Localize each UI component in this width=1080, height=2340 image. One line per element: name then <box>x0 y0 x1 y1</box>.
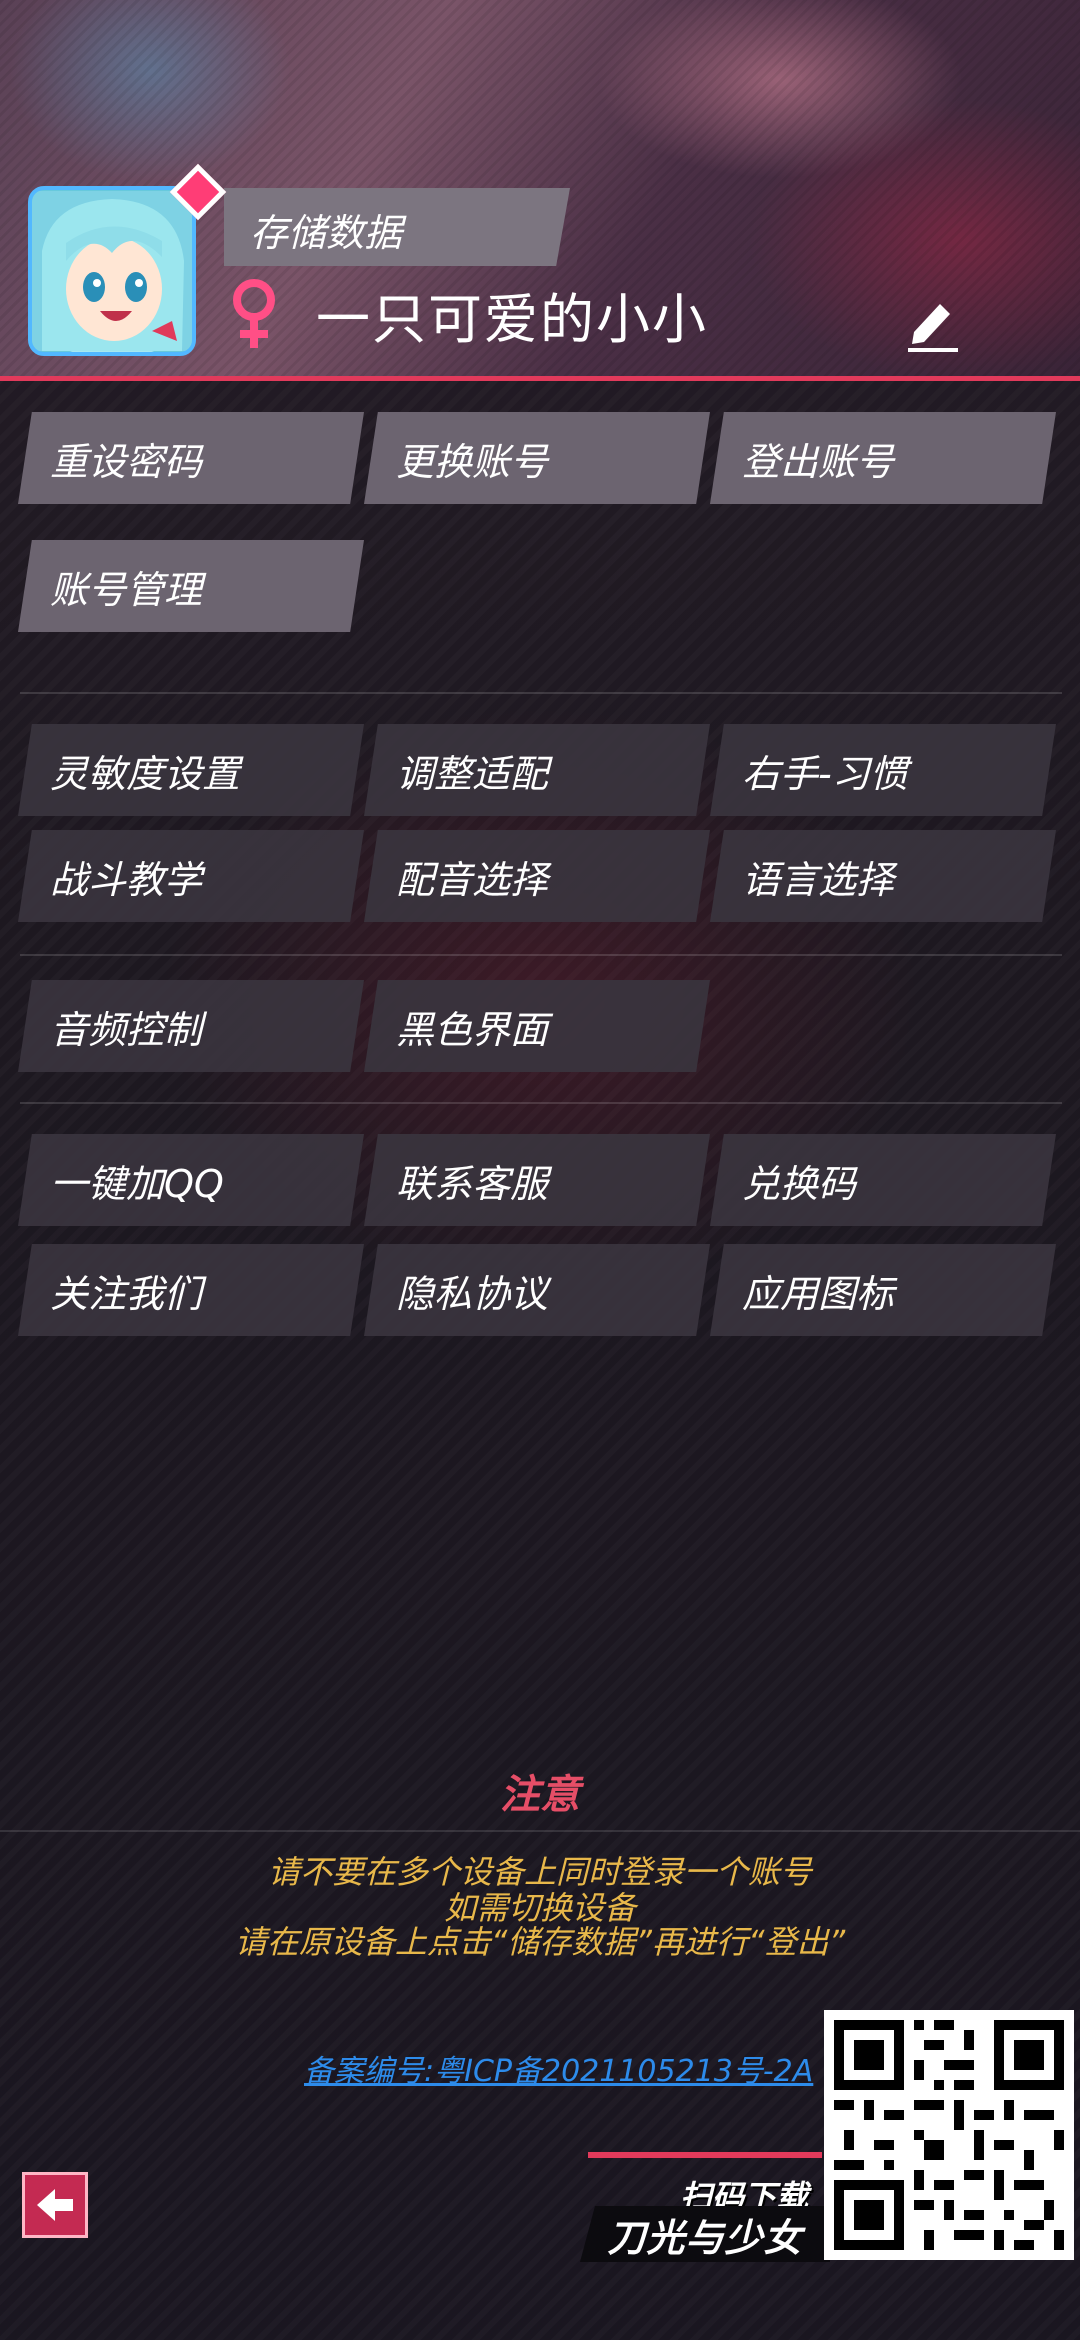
right-hand-habit-label: 右手-习惯 <box>742 751 908 796</box>
dark-ui-button[interactable]: 黑色界面 <box>364 980 710 1072</box>
username: 一只可爱的小小 <box>316 287 708 351</box>
reset-password-label: 重设密码 <box>50 439 203 484</box>
reset-password-button[interactable]: 重设密码 <box>18 412 364 504</box>
voice-select-label: 配音选择 <box>396 857 549 902</box>
switch-account-label: 更换账号 <box>396 439 549 484</box>
game-name: 刀光与少女 <box>607 2215 803 2260</box>
adjust-fit-label: 调整适配 <box>396 751 549 796</box>
language-select-button[interactable]: 语言选择 <box>710 830 1056 922</box>
section-divider <box>20 1102 1062 1104</box>
save-data-button[interactable]: 存储数据 <box>224 188 570 266</box>
voice-select-button[interactable]: 配音选择 <box>364 830 710 922</box>
sensitivity-settings-button[interactable]: 灵敏度设置 <box>18 724 364 816</box>
join-qq-label: 一键加QQ <box>50 1161 224 1206</box>
audio-control-button[interactable]: 音频控制 <box>18 980 364 1072</box>
notice-line: 请不要在多个设备上同时登录一个账号 <box>267 1853 812 1891</box>
logout-button[interactable]: 登出账号 <box>710 412 1056 504</box>
logout-label: 登出账号 <box>742 439 895 484</box>
language-select-label: 语言选择 <box>742 857 895 902</box>
edit-icon[interactable] <box>900 296 962 354</box>
username-row: 一只可爱的小小 <box>226 278 708 351</box>
avatar-image <box>32 191 192 351</box>
contact-support-label: 联系客服 <box>396 1161 549 1206</box>
section-divider <box>20 954 1062 956</box>
avatar[interactable] <box>28 186 196 356</box>
save-data-label: 存储数据 <box>250 211 403 255</box>
qr-code-image <box>824 2010 1074 2260</box>
app-icon-button[interactable]: 应用图标 <box>710 1244 1056 1336</box>
right-hand-habit-button[interactable]: 右手-习惯 <box>710 724 1056 816</box>
audio-control-label: 音频控制 <box>50 1007 203 1052</box>
privacy-policy-button[interactable]: 隐私协议 <box>364 1244 710 1336</box>
combat-tutorial-label: 战斗教学 <box>50 857 203 902</box>
join-qq-button[interactable]: 一键加QQ <box>18 1134 364 1226</box>
sensitivity-settings-label: 灵敏度设置 <box>50 751 241 796</box>
privacy-policy-label: 隐私协议 <box>396 1271 549 1316</box>
follow-us-label: 关注我们 <box>50 1271 203 1316</box>
contact-support-button[interactable]: 联系客服 <box>364 1134 710 1226</box>
notice-divider <box>0 1830 1080 1832</box>
back-arrow-icon <box>37 2189 73 2221</box>
redeem-code-button[interactable]: 兑换码 <box>710 1134 1056 1226</box>
redeem-code-label: 兑换码 <box>742 1161 857 1206</box>
back-button[interactable] <box>22 2172 88 2238</box>
game-logo: 刀光与少女 <box>580 2206 830 2262</box>
section-divider <box>20 692 1062 694</box>
notice-title: 注意 <box>500 1772 580 1818</box>
follow-us-button[interactable]: 关注我们 <box>18 1244 364 1336</box>
female-icon <box>233 279 275 348</box>
download-accent-line <box>588 2152 822 2158</box>
switch-account-button[interactable]: 更换账号 <box>364 412 710 504</box>
app-icon-label: 应用图标 <box>742 1271 895 1316</box>
header-divider <box>0 376 1080 381</box>
combat-tutorial-button[interactable]: 战斗教学 <box>18 830 364 922</box>
adjust-fit-button[interactable]: 调整适配 <box>364 724 710 816</box>
icp-license-link[interactable]: 备案编号:粤ICP备2021105213号-2A <box>304 2046 813 2090</box>
notice-line: 请在原设备上点击“储存数据”再进行“登出” <box>234 1923 846 1961</box>
account-manage-button[interactable]: 账号管理 <box>18 540 364 632</box>
account-manage-label: 账号管理 <box>50 567 203 612</box>
qr-code <box>824 2010 1074 2260</box>
dark-ui-label: 黑色界面 <box>396 1007 549 1052</box>
